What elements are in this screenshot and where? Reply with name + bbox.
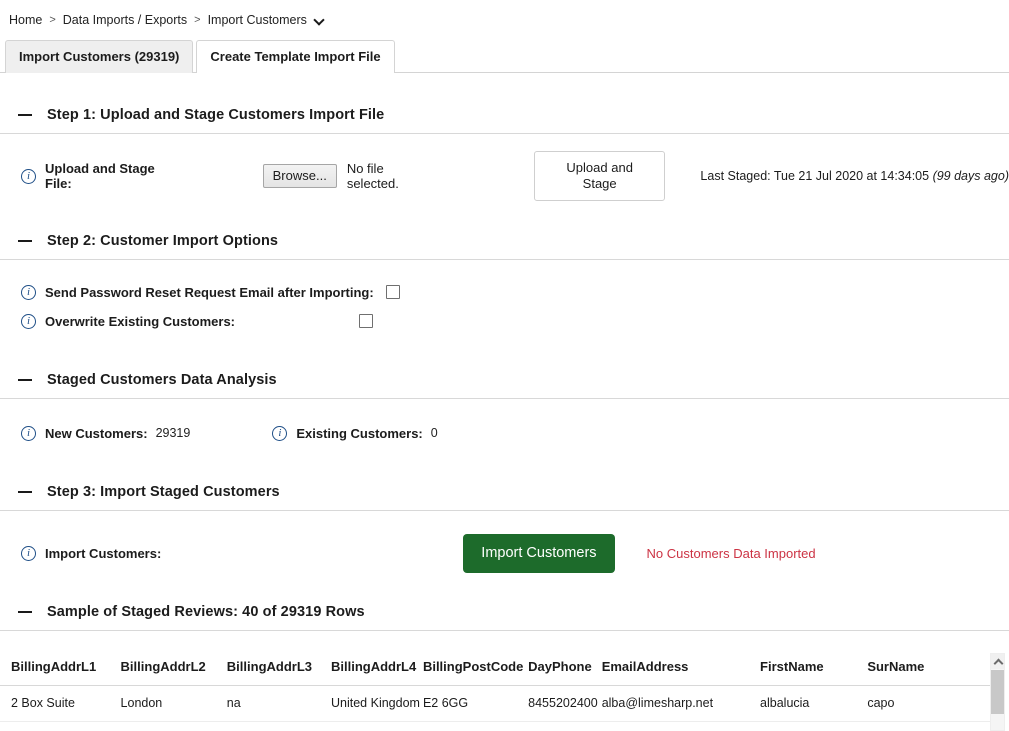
sample-table-container: BillingAddrL1 BillingAddrL2 BillingAddrL… — [0, 649, 1009, 731]
tab-create-template-import-file[interactable]: Create Template Import File — [196, 40, 395, 73]
column-header-firstname[interactable]: FirstName — [760, 649, 868, 686]
send-password-reset-checkbox[interactable] — [385, 285, 400, 299]
info-icon — [21, 545, 36, 561]
breadcrumb: Home > Data Imports / Exports > Import C… — [0, 0, 1009, 29]
breadcrumb-separator: > — [49, 14, 56, 26]
collapse-minus-icon[interactable] — [18, 485, 32, 499]
no-file-selected-text: No file selected. — [346, 161, 399, 191]
breadcrumb-item-home[interactable]: Home — [9, 13, 42, 27]
cell-billingaddrl1: 2 Box Suite — [0, 685, 121, 722]
info-icon — [21, 425, 36, 441]
table-header-row: BillingAddrL1 BillingAddrL2 BillingAddrL… — [0, 649, 990, 686]
cell-billingaddrl3: na — [226, 685, 331, 722]
column-header-billingaddrl4[interactable]: BillingAddrL4 — [331, 649, 423, 686]
column-header-billingaddrl3[interactable]: BillingAddrL3 — [226, 649, 331, 686]
import-customers-button[interactable]: Import Customers — [463, 533, 615, 573]
chevron-down-icon[interactable] — [315, 15, 326, 26]
collapse-minus-icon[interactable] — [18, 108, 32, 122]
collapse-minus-icon[interactable] — [18, 373, 32, 387]
table-vertical-scrollbar[interactable] — [990, 653, 1005, 731]
column-header-surname[interactable]: SurName — [867, 649, 990, 686]
info-icon — [272, 425, 288, 441]
column-header-billingaddrl2[interactable]: BillingAddrL2 — [120, 649, 227, 686]
new-customers-label: New Customers: — [45, 425, 148, 441]
section-header-sample[interactable]: Sample of Staged Reviews: 40 of 29319 Ro… — [0, 601, 1009, 623]
cell-dayphone: 8455202400 — [528, 685, 602, 722]
browse-button[interactable]: Browse... — [262, 164, 337, 188]
last-staged-text: Last Staged: Tue 21 Jul 2020 at 14:34:05… — [700, 169, 1009, 183]
import-customers-row: Import Customers: Import Customers No Cu… — [0, 533, 1009, 573]
scroll-up-arrow-icon[interactable] — [991, 654, 1004, 669]
file-input-group[interactable]: Browse... No file selected. — [262, 161, 435, 191]
section-title-sample: Sample of Staged Reviews: 40 of 29319 Ro… — [47, 604, 365, 620]
tab-bar: Import Customers (29319) Create Template… — [0, 40, 1009, 73]
cell-billingaddrl4: United Kingdom — [331, 685, 423, 722]
collapse-minus-icon[interactable] — [18, 234, 32, 248]
send-password-reset-label: Send Password Reset Request Email after … — [45, 284, 374, 300]
info-icon — [21, 313, 36, 329]
cell-billingaddrl2: London — [120, 685, 227, 722]
section-header-step1[interactable]: Step 1: Upload and Stage Customers Impor… — [0, 104, 1009, 126]
upload-and-stage-button[interactable]: Upload and Stage — [533, 151, 666, 201]
section-header-data-analysis[interactable]: Staged Customers Data Analysis — [0, 369, 1009, 391]
breadcrumb-item-import-customers[interactable]: Import Customers — [208, 13, 307, 27]
cell-emailaddress: alba@limesharp.net — [601, 685, 761, 722]
section-divider — [0, 510, 1009, 511]
existing-customers-label: Existing Customers: — [296, 425, 423, 441]
tab-import-customers[interactable]: Import Customers (29319) — [5, 40, 194, 73]
column-header-dayphone[interactable]: DayPhone — [528, 649, 602, 686]
info-icon — [21, 284, 36, 300]
section-divider — [0, 630, 1009, 631]
new-customers-value: 29319 — [155, 426, 191, 440]
scrollbar-thumb[interactable] — [991, 670, 1004, 714]
analysis-row: New Customers: 29319 Existing Customers:… — [0, 423, 1009, 443]
overwrite-existing-checkbox[interactable] — [359, 314, 373, 328]
sample-table: BillingAddrL1 BillingAddrL2 BillingAddrL… — [0, 649, 990, 722]
import-customers-label: Import Customers: — [45, 545, 162, 561]
cell-firstname: albalucia — [760, 685, 868, 722]
info-icon — [21, 168, 36, 184]
breadcrumb-item-data-imports-exports[interactable]: Data Imports / Exports — [63, 13, 187, 27]
column-header-billingpostcode[interactable]: BillingPostCode — [422, 649, 529, 686]
last-staged-relative: (99 days ago) — [932, 169, 1009, 183]
column-header-billingaddrl1[interactable]: BillingAddrL1 — [0, 649, 121, 686]
last-staged-timestamp: Last Staged: Tue 21 Jul 2020 at 14:34:05 — [700, 169, 930, 183]
import-status-text: No Customers Data Imported — [646, 545, 816, 561]
cell-billingpostcode: E2 6GG — [422, 685, 529, 722]
cell-surname: capo — [867, 685, 990, 722]
breadcrumb-separator: > — [194, 14, 201, 26]
section-title-step1: Step 1: Upload and Stage Customers Impor… — [47, 107, 385, 123]
upload-stage-row: Upload and Stage File: Browse... No file… — [0, 151, 1009, 201]
section-title-step2: Step 2: Customer Import Options — [47, 233, 279, 249]
section-title-step3: Step 3: Import Staged Customers — [47, 484, 280, 500]
upload-stage-file-label: Upload and Stage File: — [45, 161, 155, 191]
column-header-emailaddress[interactable]: EmailAddress — [601, 649, 761, 686]
existing-customers-value: 0 — [430, 426, 438, 440]
option-row-password-reset: Send Password Reset Request Email after … — [0, 282, 1009, 302]
section-title-data-analysis: Staged Customers Data Analysis — [47, 372, 277, 388]
section-divider — [0, 259, 1009, 260]
section-header-step2[interactable]: Step 2: Customer Import Options — [0, 230, 1009, 252]
section-divider — [0, 398, 1009, 399]
table-row[interactable]: 2 Box Suite London na United Kingdom E2 … — [0, 685, 990, 722]
collapse-minus-icon[interactable] — [18, 605, 32, 619]
section-divider — [0, 133, 1009, 134]
option-row-overwrite-existing: Overwrite Existing Customers: — [0, 311, 1009, 331]
section-header-step3[interactable]: Step 3: Import Staged Customers — [0, 481, 1009, 503]
overwrite-existing-label: Overwrite Existing Customers: — [45, 313, 235, 329]
